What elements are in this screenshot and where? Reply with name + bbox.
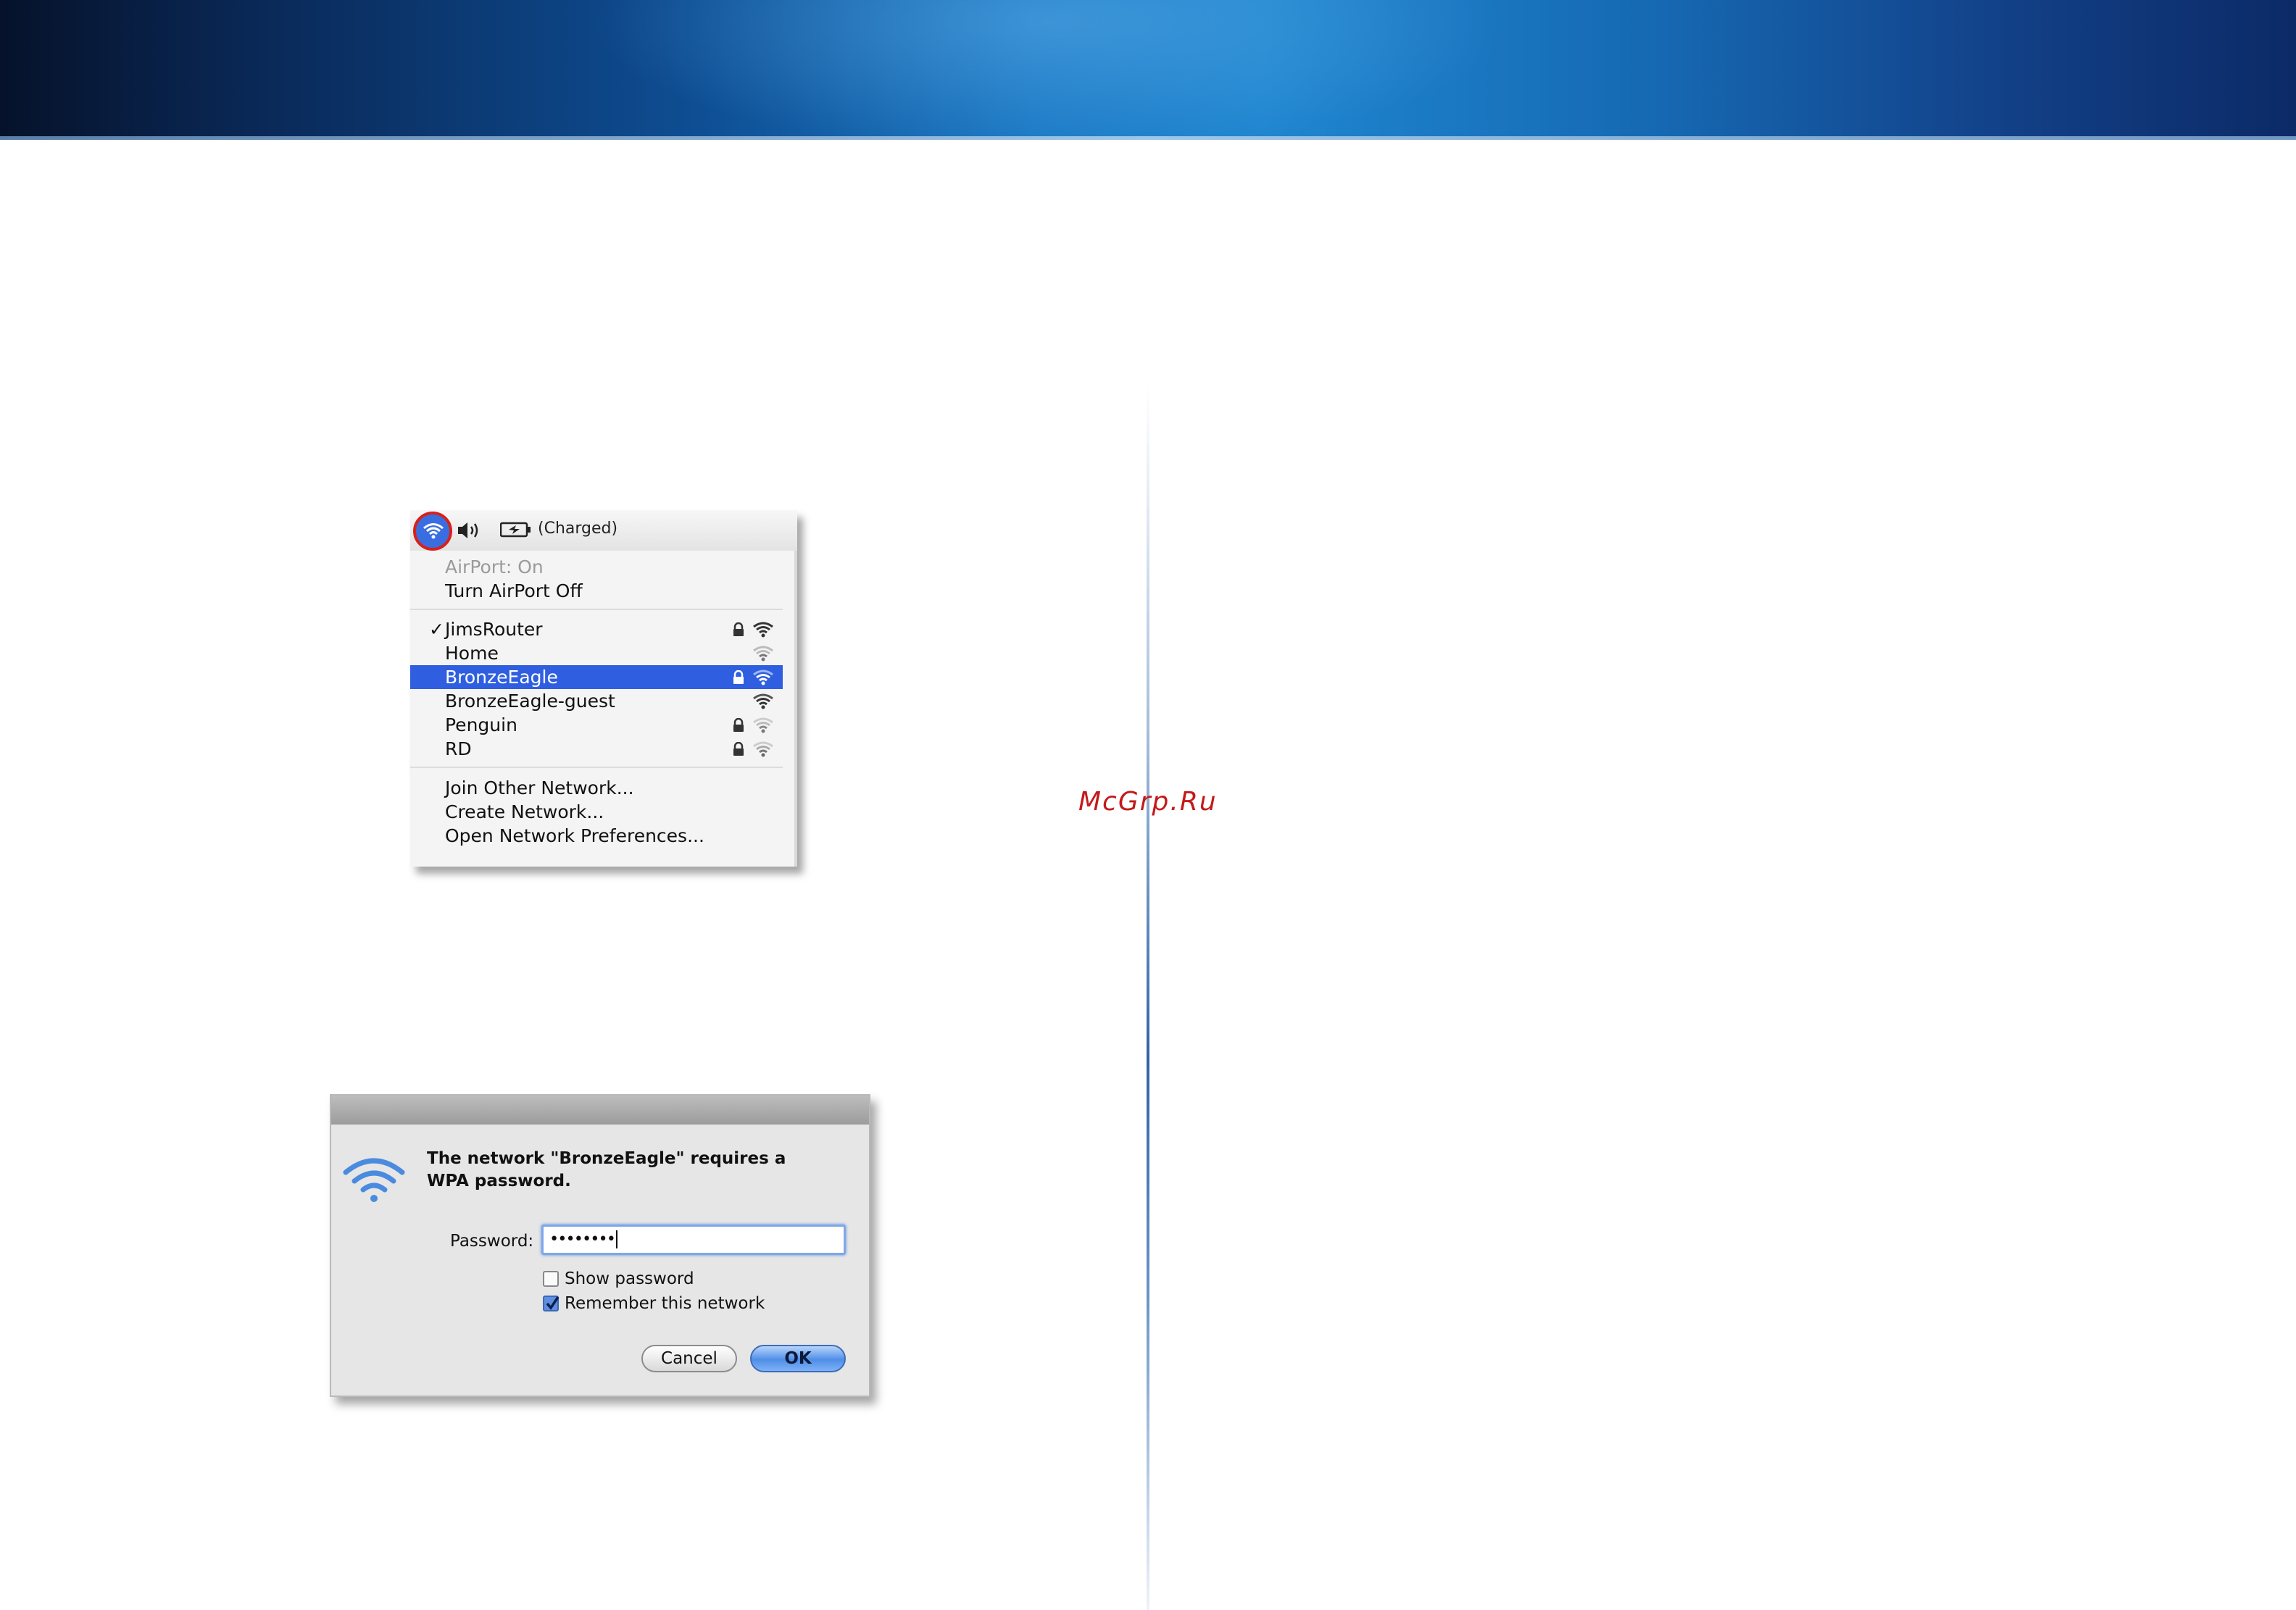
volume-icon[interactable] — [457, 520, 486, 541]
network-item-home[interactable]: Home — [410, 641, 783, 665]
menu-separator — [410, 609, 783, 610]
checkmark-icon: ✓ — [429, 619, 444, 640]
create-network-item[interactable]: Create Network... — [410, 800, 783, 824]
remember-network-label: Remember this network — [565, 1294, 765, 1313]
signal-icon — [753, 693, 773, 709]
show-password-checkbox[interactable] — [543, 1271, 559, 1287]
lock-icon — [733, 742, 744, 756]
network-item-bronzeeagle[interactable]: BronzeEagle — [410, 665, 783, 689]
turn-airport-off-item[interactable]: Turn AirPort Off — [410, 579, 783, 603]
network-item-jimsrouter[interactable]: ✓ JimsRouter — [410, 617, 783, 641]
signal-icon — [753, 717, 773, 733]
join-other-network-item[interactable]: Join Other Network... — [410, 776, 783, 800]
lock-icon — [733, 622, 744, 636]
open-network-preferences-item[interactable]: Open Network Preferences... — [410, 824, 783, 848]
network-item-penguin[interactable]: Penguin — [410, 713, 783, 737]
password-input[interactable]: •••••••• — [541, 1225, 846, 1255]
wifi-icon — [343, 1158, 405, 1202]
ok-button[interactable]: OK — [750, 1345, 846, 1372]
battery-icon[interactable] — [500, 522, 532, 538]
password-label: Password: — [450, 1232, 534, 1251]
menu-body: AirPort: On Turn AirPort Off ✓ JimsRoute… — [410, 551, 797, 867]
menu-bar: (Charged) — [410, 510, 797, 552]
network-item-rd[interactable]: RD — [410, 737, 783, 761]
cancel-button[interactable]: Cancel — [641, 1345, 737, 1372]
watermark: McGrp.Ru — [1078, 787, 1218, 817]
dialog-titlebar — [331, 1096, 869, 1125]
header-banner — [0, 0, 2296, 140]
lock-icon — [733, 670, 744, 684]
signal-icon — [753, 670, 773, 685]
wifi-icon[interactable] — [413, 512, 452, 551]
network-item-bronzeeagle-guest[interactable]: BronzeEagle-guest — [410, 689, 783, 713]
lock-icon — [733, 718, 744, 732]
dialog-message: The network "BronzeEagle" requires a WPA… — [427, 1149, 786, 1190]
menu-separator — [410, 767, 783, 768]
signal-icon — [753, 646, 773, 662]
show-password-label: Show password — [565, 1269, 694, 1288]
column-divider — [1147, 384, 1149, 1610]
airport-status: AirPort: On — [445, 556, 544, 577]
wpa-password-dialog: The network "BronzeEagle" requires a WPA… — [330, 1094, 870, 1397]
battery-status: (Charged) — [538, 520, 618, 538]
signal-icon — [753, 622, 773, 638]
remember-network-checkbox[interactable] — [543, 1296, 560, 1311]
signal-icon — [753, 741, 773, 757]
airport-menu: (Charged) AirPort: On Turn AirPort Off ✓… — [410, 510, 797, 867]
